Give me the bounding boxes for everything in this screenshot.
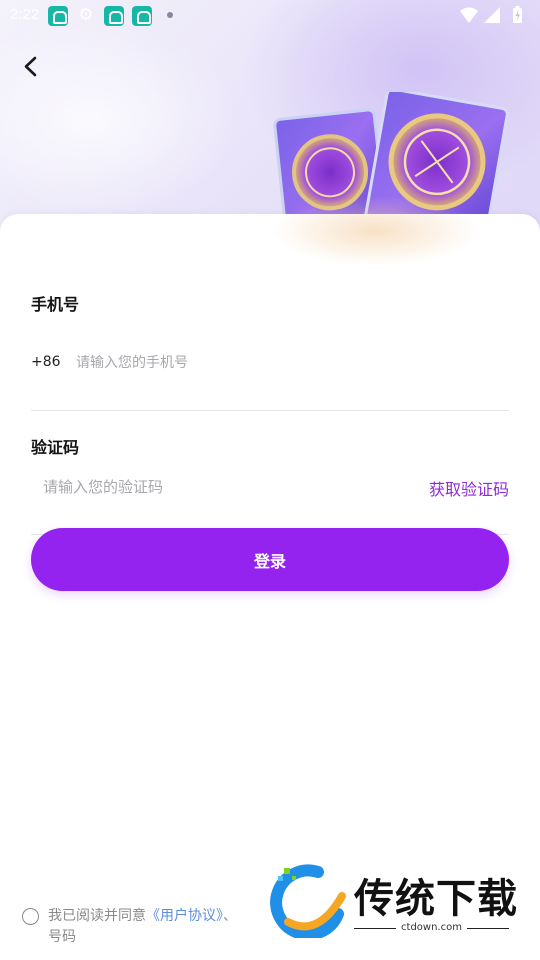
notification-dot-icon: [167, 12, 173, 18]
wifi-icon: [460, 7, 478, 23]
battery-charging-icon: [513, 6, 522, 23]
status-time: 2:22: [10, 6, 40, 23]
signal-icon: [484, 7, 500, 23]
phone-divider: [31, 410, 509, 411]
agreement-checkbox[interactable]: [22, 908, 39, 925]
get-code-button[interactable]: 获取验证码: [429, 476, 509, 500]
watermark-url: ctdown.com: [354, 922, 509, 933]
country-code[interactable]: +86: [31, 354, 61, 370]
watermark: 传统下载 ctdown.com: [268, 862, 518, 941]
agreement-prefix: 我已阅读并同意: [48, 908, 146, 924]
phone-label: 手机号: [31, 295, 80, 314]
agreement-separator: 、: [223, 908, 237, 924]
status-right-icons: [460, 6, 522, 23]
phone-input[interactable]: [76, 352, 496, 374]
app-icon: [48, 6, 68, 26]
watermark-title: 传统下载: [354, 876, 518, 922]
watermark-logo-icon: [270, 864, 346, 941]
agreement-text: 我已阅读并同意《用户协议》、 号码: [48, 906, 278, 948]
user-agreement-link[interactable]: 《用户协议》: [146, 908, 223, 924]
login-button[interactable]: 登录: [31, 528, 509, 591]
chevron-left-icon: [24, 56, 37, 77]
gear-icon: ⚙: [78, 5, 94, 25]
status-bar: 2:22 ⚙: [0, 0, 540, 32]
agreement-suffix: 号码: [48, 929, 76, 945]
app-icon: [132, 6, 152, 26]
app-icon: [104, 6, 124, 26]
verification-code-input[interactable]: [43, 476, 383, 498]
back-button[interactable]: [14, 50, 48, 84]
code-label: 验证码: [31, 438, 80, 457]
